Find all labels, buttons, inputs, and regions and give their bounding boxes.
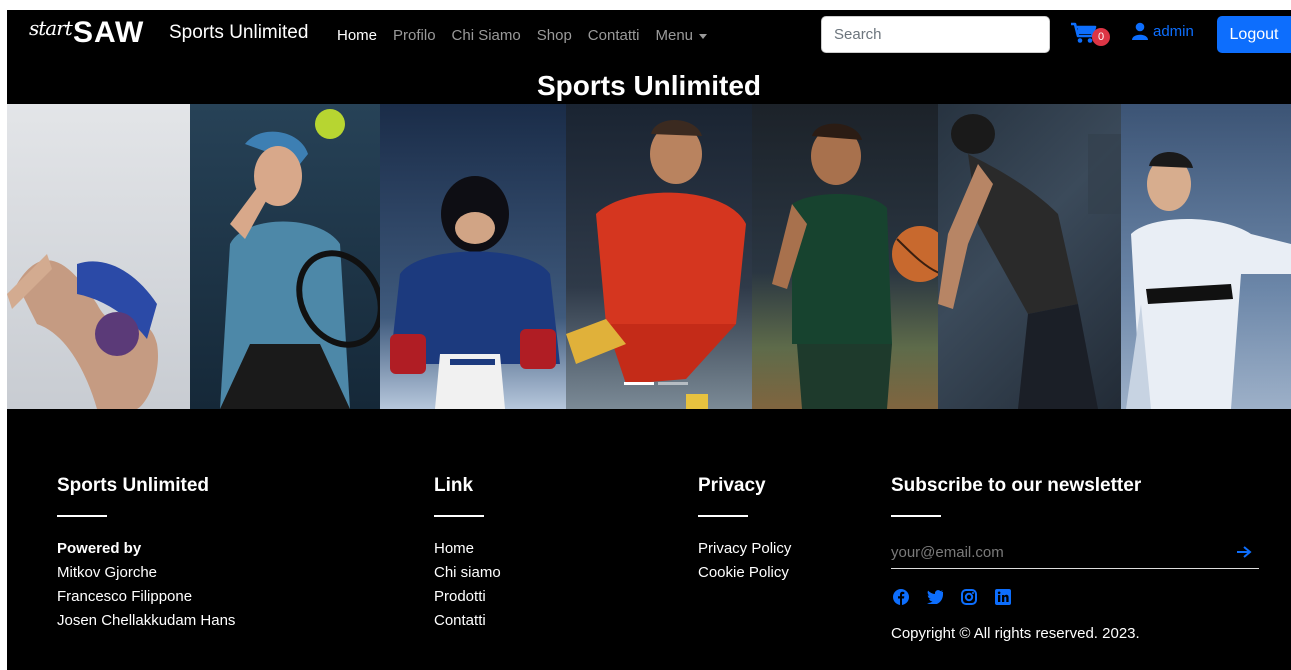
footer-col-links: Link Home Chi siamo Prodotti Contatti xyxy=(434,475,501,633)
carousel-indicator-1[interactable] xyxy=(624,382,654,385)
arrow-right-icon xyxy=(1237,545,1252,558)
linkedin-icon[interactable] xyxy=(993,587,1013,607)
footer: Sports Unlimited Powered by Mitkov Gjorc… xyxy=(7,409,1291,670)
hockey-player-figure xyxy=(390,176,560,409)
carousel-indicator-2[interactable] xyxy=(658,382,688,385)
user-name: admin xyxy=(1153,22,1194,40)
athlete-figure xyxy=(938,114,1121,409)
author-name: Mitkov Gjorche xyxy=(57,564,158,581)
footer-privacy-title: Privacy xyxy=(698,475,766,496)
nav-shop[interactable]: Shop xyxy=(537,27,572,44)
twitter-icon[interactable] xyxy=(925,587,945,607)
nav-chi-siamo[interactable]: Chi Siamo xyxy=(452,27,521,44)
brand-script-logo[interactable]: start xyxy=(29,16,73,40)
newsletter-form xyxy=(891,537,1259,569)
navbar: start SAW Sports Unlimited Home Profilo … xyxy=(7,10,1291,62)
author-name: Francesco Filippone xyxy=(57,588,193,605)
basketball-player-figure xyxy=(772,123,938,409)
powered-by-label: Powered by xyxy=(57,540,142,557)
footer-link-privacy-policy[interactable]: Privacy Policy xyxy=(698,537,791,561)
newsletter-submit-button[interactable] xyxy=(1229,537,1259,569)
carousel-panel-soccer xyxy=(566,104,752,409)
nav-profilo[interactable]: Profilo xyxy=(393,27,436,44)
app-frame: start SAW Sports Unlimited Home Profilo … xyxy=(7,10,1291,670)
newsletter-email-input[interactable] xyxy=(891,537,1259,569)
hero-title: Sports Unlimited xyxy=(536,70,761,101)
tennis-player-figure xyxy=(220,109,380,409)
brand-name[interactable]: Sports Unlimited xyxy=(169,22,308,44)
footer-col-privacy: Privacy Privacy Policy Cookie Policy xyxy=(698,475,791,585)
footer-divider xyxy=(698,515,748,517)
caret-down-icon xyxy=(699,33,708,39)
carousel-panel-fitness xyxy=(938,104,1121,409)
karate-figure xyxy=(1126,151,1291,409)
main-nav: Home Profilo Chi Siamo Shop Contatti Men… xyxy=(337,27,723,44)
soccer-player-figure xyxy=(566,119,746,409)
facebook-icon[interactable] xyxy=(891,587,911,607)
search-input[interactable] xyxy=(821,16,1050,53)
cart-button[interactable]: 0 xyxy=(1070,20,1110,50)
carousel-indicators xyxy=(624,382,688,385)
hero-carousel[interactable] xyxy=(7,104,1291,409)
carousel-panel-basketball xyxy=(752,104,938,409)
carousel-panel-hockey xyxy=(380,104,566,409)
footer-link-chi-siamo[interactable]: Chi siamo xyxy=(434,561,501,585)
logout-button[interactable]: Logout xyxy=(1217,16,1291,53)
user-icon xyxy=(1132,22,1148,40)
footer-link-cookie-policy[interactable]: Cookie Policy xyxy=(698,561,791,585)
nav-menu-label: Menu xyxy=(655,27,694,44)
instagram-icon[interactable] xyxy=(959,587,979,607)
footer-link-home[interactable]: Home xyxy=(434,537,501,561)
footer-col-about: Sports Unlimited Powered by Mitkov Gjorc… xyxy=(57,475,235,633)
nav-home[interactable]: Home xyxy=(337,27,377,44)
social-links xyxy=(891,587,1259,607)
carousel-panel-karate xyxy=(1121,104,1291,409)
footer-divider xyxy=(57,515,107,517)
cart-count-badge: 0 xyxy=(1092,28,1110,46)
footer-divider xyxy=(891,515,941,517)
copyright-text: Copyright © All rights reserved. 2023. xyxy=(891,625,1140,642)
footer-link-prodotti[interactable]: Prodotti xyxy=(434,585,501,609)
footer-links-title: Link xyxy=(434,475,474,496)
carousel-panel-gymnastics xyxy=(7,104,190,409)
nav-contatti[interactable]: Contatti xyxy=(588,27,640,44)
footer-newsletter-title: Subscribe to our newsletter xyxy=(891,475,1142,496)
brand-logo[interactable]: SAW xyxy=(73,16,144,50)
author-name: Josen Chellakkudam Hans xyxy=(57,612,236,629)
footer-col-newsletter: Subscribe to our newsletter your@email.c… xyxy=(891,475,1259,642)
footer-link-contatti[interactable]: Contatti xyxy=(434,609,501,633)
footer-about-title: Sports Unlimited xyxy=(57,475,210,496)
nav-menu-dropdown[interactable]: Menu xyxy=(656,27,708,44)
gymnast-figure xyxy=(7,254,158,409)
user-menu[interactable]: admin xyxy=(1131,22,1194,40)
footer-divider xyxy=(434,515,484,517)
carousel-panel-tennis xyxy=(190,104,380,409)
